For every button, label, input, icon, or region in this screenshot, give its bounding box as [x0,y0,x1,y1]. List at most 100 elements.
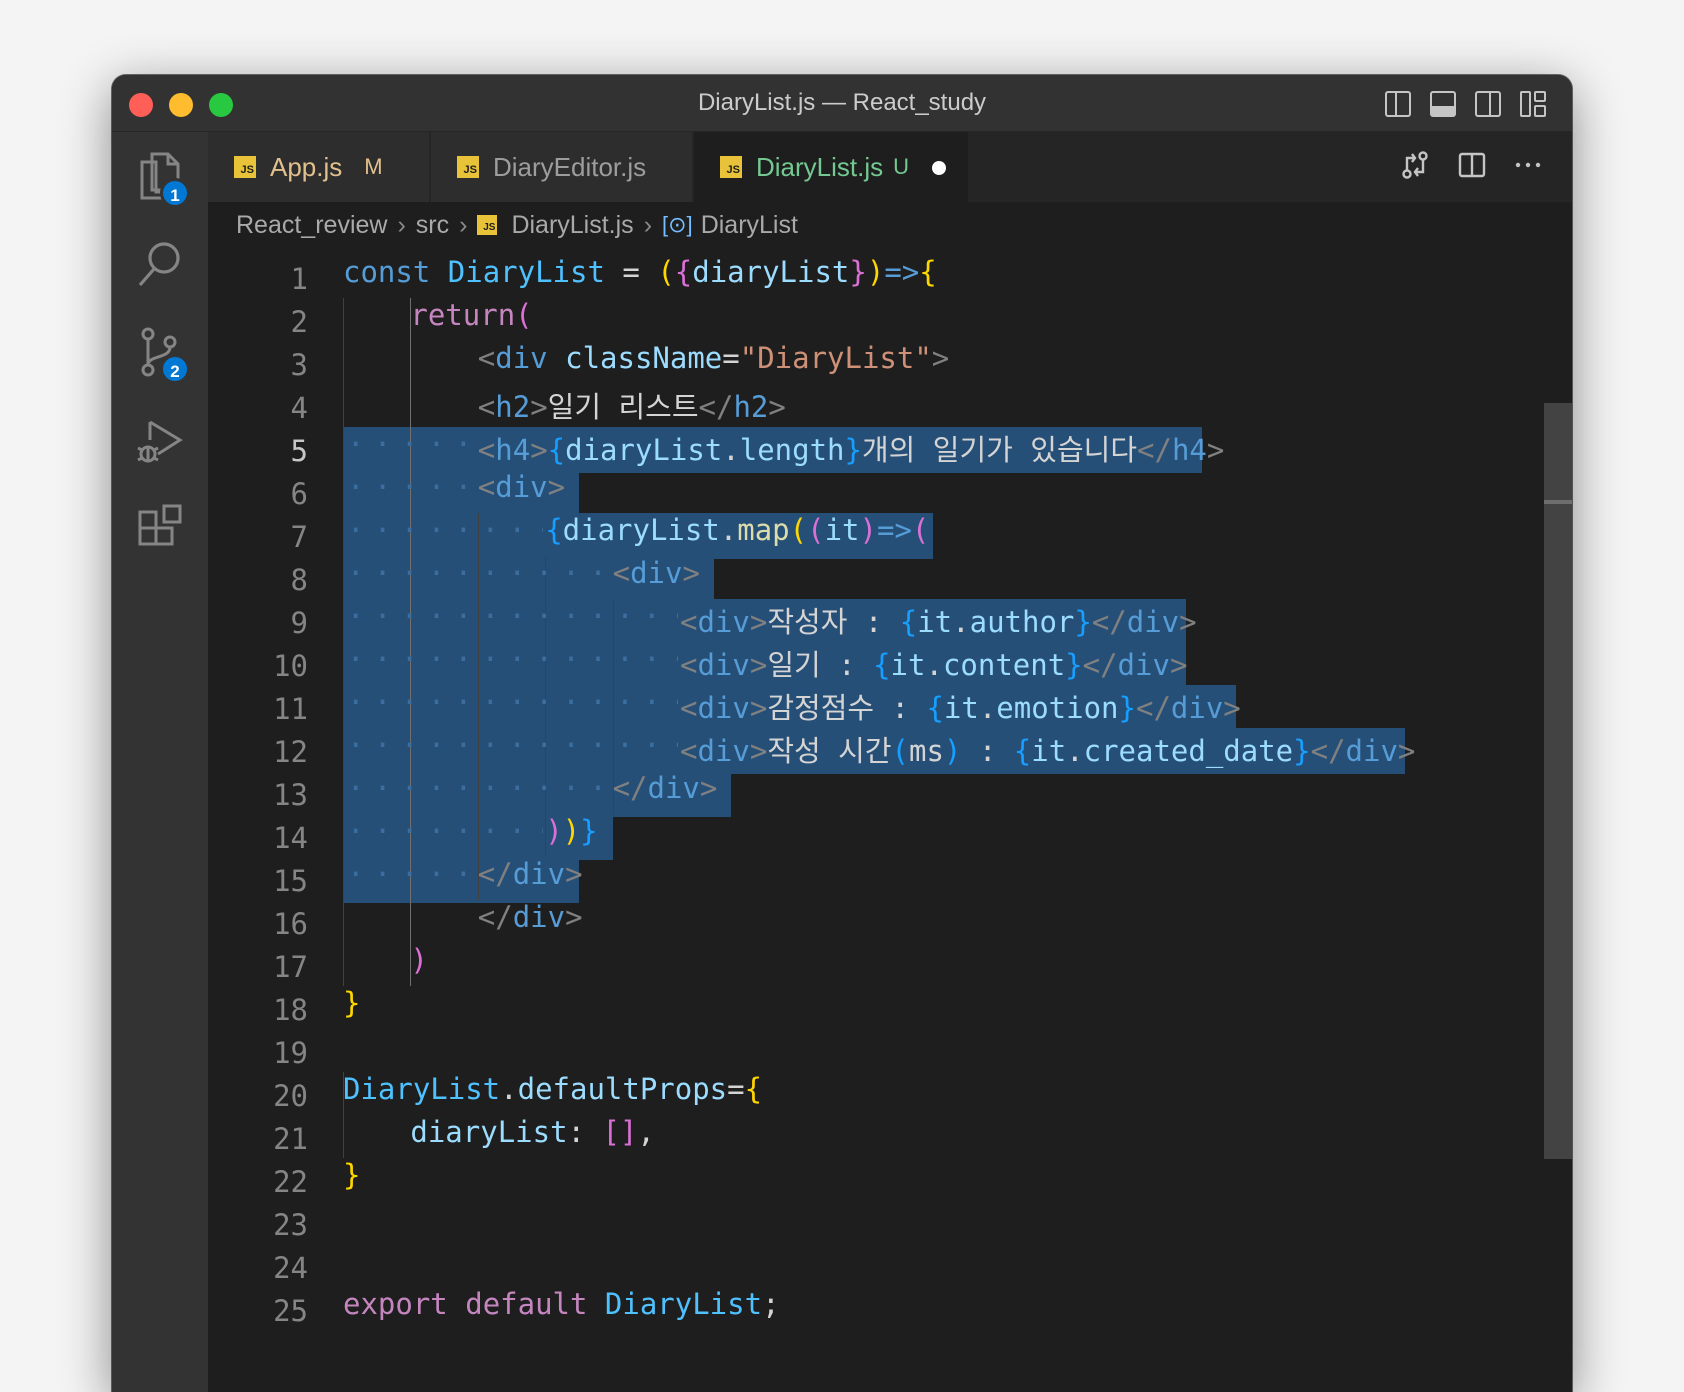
line-number: 11 [273,692,308,726]
scrollbar-cursor-marker [1544,500,1572,504]
tab-diary-editor-js[interactable]: JS DiaryEditor.js [431,132,693,202]
whitespace-dots: · · · · · · · · · · · · · · · · · · · · [347,642,678,676]
editor-tab-bar: JS App.js M JS DiaryEditor.js JS DiaryLi… [208,132,1572,202]
code-line[interactable]: <div>감정점수 : {it.emotion}</div> [680,685,1241,731]
more-actions-icon[interactable] [1514,151,1542,184]
toggle-primary-sidebar-icon[interactable] [1385,91,1411,117]
whitespace-dots: · · · · · · · · · · · · [347,814,543,848]
chevron-right-icon: › [643,210,653,239]
tab-git-status: M [364,154,383,179]
source-control-icon[interactable]: 2 [132,324,190,384]
code-line[interactable]: </div> [478,857,583,903]
tab-git-status: U [893,154,910,179]
line-number: 15 [273,864,308,898]
code-line[interactable]: </div> [478,900,583,946]
line-number: 2 [290,305,308,339]
line-number: 1 [290,262,308,296]
code-line[interactable]: DiaryList.defaultProps={ [343,1072,762,1118]
customize-layout-icon[interactable] [1520,91,1546,117]
line-number: 18 [273,993,308,1027]
js-file-icon: JS [477,215,498,235]
window-title: DiaryList.js — React_study [697,89,987,116]
split-editor-icon[interactable] [1458,151,1486,184]
line-number: 4 [290,391,308,425]
title-bar: DiaryList.js — React_study [112,75,1572,132]
tab-app-js[interactable]: JS App.js M [208,132,430,202]
line-number: 12 [273,735,308,769]
unsaved-dot-icon[interactable] [932,161,946,175]
vertical-scrollbar[interactable] [1544,403,1572,1159]
open-changes-icon[interactable] [1400,150,1430,185]
whitespace-dots: · · · · · · · · · · · · · · · · · · · · [347,685,678,719]
code-line[interactable]: export default DiaryList; [343,1287,780,1333]
breadcrumb-item-src[interactable]: src [416,211,449,240]
code-line[interactable]: <h2>일기 리스트</h2> [478,384,786,430]
line-number: 22 [273,1165,308,1199]
whitespace-dots: · · · · · · · · · · · · · · · · · · · · [347,728,678,762]
whitespace-dots: · · · · · · · · · · · · · · · · [347,771,607,805]
code-line[interactable]: ))} [545,814,597,860]
code-line[interactable]: return( [410,298,532,344]
chevron-right-icon: › [459,210,468,239]
activity-bar: 1 2 [112,132,208,1392]
code-line[interactable]: ) [410,943,427,989]
tab-diary-list-js[interactable]: JS DiaryList.js U [694,132,969,202]
line-number: 9 [290,606,308,640]
code-line[interactable]: <h4>{diaryList.length}개의 일기가 있습니다</h4> [478,427,1225,473]
line-number: 8 [290,563,308,597]
line-number: 20 [273,1079,308,1113]
indent-guide [343,298,344,986]
search-icon[interactable] [132,236,188,292]
line-number: 14 [273,821,308,855]
code-line[interactable]: diaryList: [], [410,1115,654,1161]
run-and-debug-icon[interactable] [132,414,188,470]
line-number: 10 [273,649,308,683]
breadcrumb-item-folder[interactable]: React_review [236,211,387,240]
code-line[interactable]: } [343,1158,360,1204]
line-number: 19 [273,1036,308,1070]
line-number: 6 [290,477,308,511]
whitespace-dots: · · · · · · · · · · · · · · · · [347,556,607,590]
line-number: 23 [273,1208,308,1242]
whitespace-dots: · · · · · · · · [347,427,472,461]
toggle-panel-icon[interactable] [1430,91,1456,117]
whitespace-dots: · · · · · · · · · · · · · · · · · · · · [347,599,678,633]
tab-label: DiaryList.js [756,151,884,182]
code-line[interactable]: <div>작성자 : {it.author}</div> [680,599,1197,645]
toggle-secondary-sidebar-icon[interactable] [1475,91,1501,117]
js-file-icon: JS [720,156,742,178]
line-number: 13 [273,778,308,812]
breadcrumb-item-symbol[interactable]: DiaryList [701,211,798,240]
whitespace-dots: · · · · · · · · [347,857,472,891]
line-number: 3 [290,348,308,382]
line-number: 21 [273,1122,308,1156]
code-line[interactable]: } [343,986,360,1032]
code-line[interactable]: </div> [613,771,718,817]
code-editor[interactable]: 1 2 3 4 5 6 7 8 9 10 11 12 13 14 15 16 17 18 19 20 21 22 23 24 2… [208,248,1572,1392]
breadcrumb: React_review › src › JS DiaryList.js › [… [208,202,1572,248]
line-number: 5 [290,434,308,468]
js-file-icon: JS [234,156,256,178]
symbol-variable-icon: [⊙] [662,212,693,237]
code-line[interactable]: const DiaryList = ({diaryList})=>{ [343,255,937,301]
code-line[interactable]: <div className="DiaryList"> [478,341,949,387]
whitespace-dots: · · · · · · · · · · · · [347,513,543,547]
tab-label: App.js [270,151,343,182]
js-file-icon: JS [457,156,479,178]
code-line[interactable]: <div> [613,556,700,602]
source-control-badge: 2 [160,354,190,384]
code-line[interactable]: <div>작성 시간(ms) : {it.created_date}</div> [680,728,1415,774]
code-line[interactable]: {diaryList.map((it)=>( [545,513,929,559]
chevron-right-icon: › [397,210,406,239]
tab-label: DiaryEditor.js [493,151,647,182]
whitespace-dots: · · · · · · · · [347,470,472,504]
line-number: 7 [290,520,308,554]
breadcrumb-item-file[interactable]: DiaryList.js [511,211,633,240]
explorer-badge: 1 [160,178,190,208]
extensions-icon[interactable] [132,502,188,558]
code-line[interactable]: <div> [478,470,565,516]
explorer-icon[interactable]: 1 [132,148,190,208]
vscode-window: DiaryList.js — React_study 1 2 JS App.js… [112,75,1572,1392]
code-line[interactable]: <div>일기 : {it.content}</div> [680,642,1187,688]
line-number: 16 [273,907,308,941]
